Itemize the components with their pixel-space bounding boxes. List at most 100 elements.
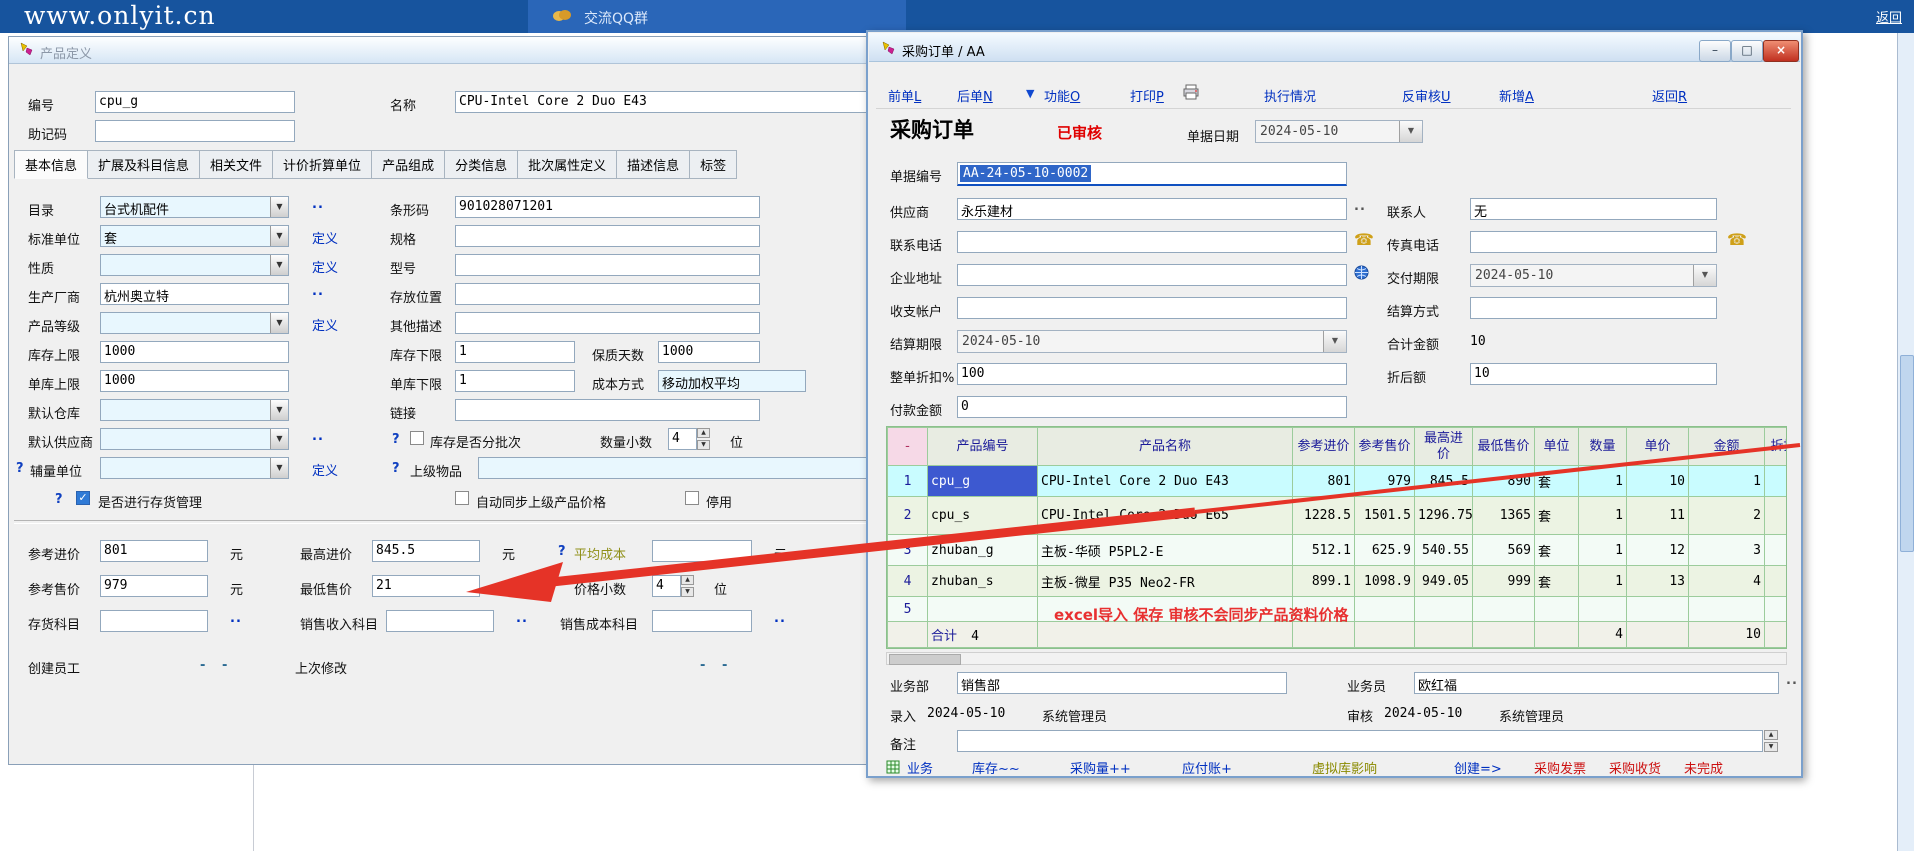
name-input[interactable]: CPU-Intel Core 2 Duo E43 — [455, 91, 900, 113]
cell-unit[interactable] — [1535, 597, 1579, 622]
spin-up-icon[interactable]: ▲ — [681, 575, 694, 585]
address-input[interactable] — [957, 264, 1347, 286]
cell-min-sell[interactable]: 999 — [1473, 566, 1535, 597]
grid-row-2[interactable]: 2 cpu_s CPU-Intel Core 2 Duo E65 1228.5 … — [888, 497, 1788, 535]
nature-define-link[interactable]: 定义 — [312, 257, 338, 276]
inventory-mgmt-checkbox[interactable]: ✓ — [76, 491, 90, 505]
catalog-browse-link[interactable]: .. — [312, 197, 324, 212]
cost-subject-browse-link[interactable]: .. — [774, 611, 786, 626]
cell-max-buy[interactable] — [1415, 597, 1473, 622]
cell-ref-sell[interactable]: 1501.5 — [1355, 497, 1415, 535]
close-button[interactable]: × — [1763, 40, 1799, 62]
bottom-purchase-qty-link[interactable]: 采购量++ — [1070, 758, 1131, 777]
grid-row-4[interactable]: 4 zhuban_s 主板-微星 P35 Neo2-FR 899.1 1098.… — [888, 566, 1788, 597]
maker-browse-link[interactable]: .. — [312, 284, 324, 299]
tab-related-files[interactable]: 相关文件 — [200, 150, 273, 179]
cell-product-name[interactable]: 主板-微星 P35 Neo2-FR — [1038, 566, 1293, 597]
cell-ref-buy[interactable]: 1228.5 — [1293, 497, 1355, 535]
cell-seq[interactable]: 3 — [888, 535, 928, 566]
discount-input[interactable]: 100 — [957, 363, 1347, 385]
shelf-days-input[interactable]: 1000 — [658, 341, 760, 363]
grade-define-link[interactable]: 定义 — [312, 315, 338, 334]
default-supplier-browse-link[interactable]: .. — [312, 429, 324, 444]
cell-product-code[interactable]: cpu_s — [928, 497, 1038, 535]
cell-qty[interactable]: 1 — [1579, 535, 1627, 566]
cell-qty[interactable]: 1 — [1579, 466, 1627, 497]
bottom-create-link[interactable]: 创建=> — [1454, 758, 1502, 777]
contact-input[interactable]: 无 — [1470, 198, 1717, 220]
bottom-virtual-stock-link[interactable]: 虚拟库影响 — [1312, 758, 1377, 777]
minimize-button[interactable]: – — [1699, 40, 1731, 62]
link-input[interactable] — [455, 399, 760, 421]
paid-amount-input[interactable]: 0 — [957, 396, 1347, 418]
parent-item-input[interactable] — [478, 457, 868, 479]
default-warehouse-combo[interactable]: ▼ — [100, 399, 289, 421]
chevron-down-icon[interactable]: ▼ — [270, 226, 288, 246]
cost-subject-input[interactable] — [652, 610, 752, 632]
maximize-button[interactable]: □ — [1731, 40, 1763, 62]
cell-product-code[interactable]: zhuban_g — [928, 535, 1038, 566]
chevron-down-icon[interactable]: ▼ — [270, 400, 288, 420]
supplier-input[interactable]: 永乐建材 — [957, 198, 1347, 220]
cost-method-input[interactable]: 移动加权平均 — [658, 370, 806, 392]
stock-subject-input[interactable] — [100, 610, 208, 632]
toolbar-print[interactable]: 打印P — [1130, 86, 1164, 105]
cell-amount[interactable]: 2 — [1689, 497, 1765, 535]
cell-seq[interactable]: 5 — [888, 597, 928, 622]
app-vscrollbar-thumb[interactable] — [1900, 355, 1914, 552]
grid-row-3[interactable]: 3 zhuban_g 主板-华硕 P5PL2-E 512.1 625.9 540… — [888, 535, 1788, 566]
tab-composition[interactable]: 产品组成 — [372, 150, 445, 179]
cell-price[interactable] — [1627, 597, 1689, 622]
bottom-purchase-receipt-link[interactable]: 采购收货 — [1609, 758, 1661, 777]
cell-discount[interactable]: 10 — [1765, 566, 1788, 597]
single-lower-input[interactable]: 1 — [455, 370, 575, 392]
bottom-stock-link[interactable]: 库存~~ — [972, 758, 1020, 777]
cell-ref-sell[interactable]: 625.9 — [1355, 535, 1415, 566]
cell-ref-buy[interactable]: 801 — [1293, 466, 1355, 497]
disable-checkbox[interactable] — [685, 491, 699, 505]
ref-sell-input[interactable]: 979 — [100, 575, 208, 597]
cell-min-sell[interactable]: 1365 — [1473, 497, 1535, 535]
cell-product-code[interactable] — [928, 597, 1038, 622]
cell-max-buy[interactable]: 949.05 — [1415, 566, 1473, 597]
help-batch-icon[interactable]: ? — [392, 432, 400, 447]
printer-icon[interactable] — [1182, 84, 1200, 104]
help-aux-unit-icon[interactable]: ? — [16, 461, 24, 476]
spin-down-icon[interactable]: ▼ — [1764, 742, 1778, 752]
calendar-dropdown-icon[interactable]: ▼ — [1323, 331, 1346, 352]
mnemonic-input[interactable] — [95, 120, 295, 142]
salesman-input[interactable]: 欧红福 — [1414, 672, 1779, 694]
bottom-payable-link[interactable]: 应付账+ — [1182, 758, 1232, 777]
spin-up-icon[interactable]: ▲ — [697, 428, 710, 438]
chevron-down-icon[interactable]: ▼ — [270, 197, 288, 217]
cell-unit[interactable]: 套 — [1535, 566, 1579, 597]
tab-description[interactable]: 描述信息 — [617, 150, 690, 179]
remark-input[interactable] — [957, 730, 1763, 752]
cell-price[interactable]: 11 — [1627, 497, 1689, 535]
cell-max-buy[interactable]: 845.5 — [1415, 466, 1473, 497]
cell-product-name[interactable]: 主板-华硕 P5PL2-E — [1038, 535, 1293, 566]
cell-ref-sell[interactable]: 979 — [1355, 466, 1415, 497]
toolbar-unaudit[interactable]: 反审核U — [1402, 86, 1451, 105]
phone-icon[interactable]: ☎ — [1354, 230, 1374, 249]
toolbar-prev-doc[interactable]: 前单L — [888, 86, 921, 105]
help-parent-icon[interactable]: ? — [392, 461, 400, 476]
ref-buy-input[interactable]: 801 — [100, 540, 208, 562]
sync-price-checkbox[interactable] — [455, 491, 469, 505]
cell-seq[interactable]: 1 — [888, 466, 928, 497]
cell-product-name[interactable]: CPU-Intel Core 2 Duo E43 — [1038, 466, 1293, 497]
cell-price[interactable]: 10 — [1627, 466, 1689, 497]
settle-term-picker[interactable]: 2024-05-10 ▼ — [957, 330, 1347, 353]
phone-icon[interactable]: ☎ — [1727, 230, 1747, 249]
chevron-down-icon[interactable]: ▼ — [270, 255, 288, 275]
toolbar-execution-status[interactable]: 执行情况 — [1264, 86, 1316, 105]
tab-label[interactable]: 标签 — [690, 150, 737, 179]
toolbar-next-doc[interactable]: 后单N — [957, 86, 993, 105]
code-input[interactable]: cpu_g — [95, 91, 295, 113]
aux-unit-combo[interactable]: ▼ — [100, 457, 289, 479]
toolbar-function[interactable]: 功能O — [1044, 86, 1080, 105]
calendar-dropdown-icon[interactable]: ▼ — [1693, 265, 1716, 286]
cell-product-name[interactable]: CPU-Intel Core 2 Duo E65 — [1038, 497, 1293, 535]
cell-qty[interactable]: 1 — [1579, 497, 1627, 535]
nature-combo[interactable]: ▼ — [100, 254, 289, 276]
